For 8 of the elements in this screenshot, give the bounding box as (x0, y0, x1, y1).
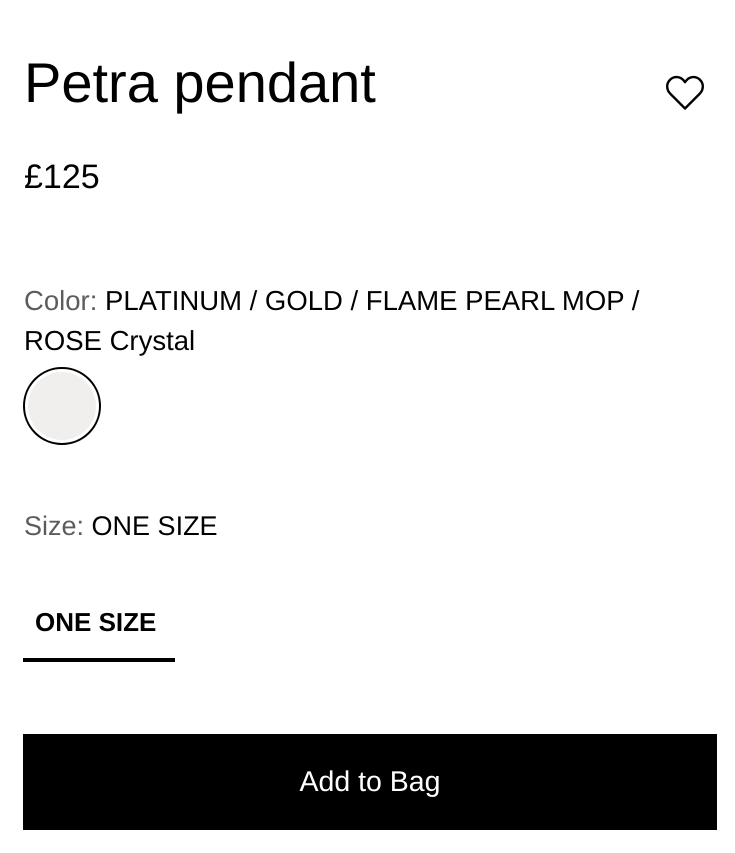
add-to-bag-button[interactable]: Add to Bag (23, 734, 717, 830)
size-label: Size: (24, 511, 84, 541)
product-title: Petra pendant (24, 52, 376, 114)
heart-icon[interactable] (665, 75, 705, 111)
color-text: Color: PLATINUM / GOLD / FLAME PEARL MOP / ROSE Crystal (24, 284, 640, 358)
size-value: ONE SIZE (92, 511, 218, 541)
size-tab[interactable]: ONE SIZE (23, 591, 175, 662)
product-price: £125 (24, 157, 100, 197)
